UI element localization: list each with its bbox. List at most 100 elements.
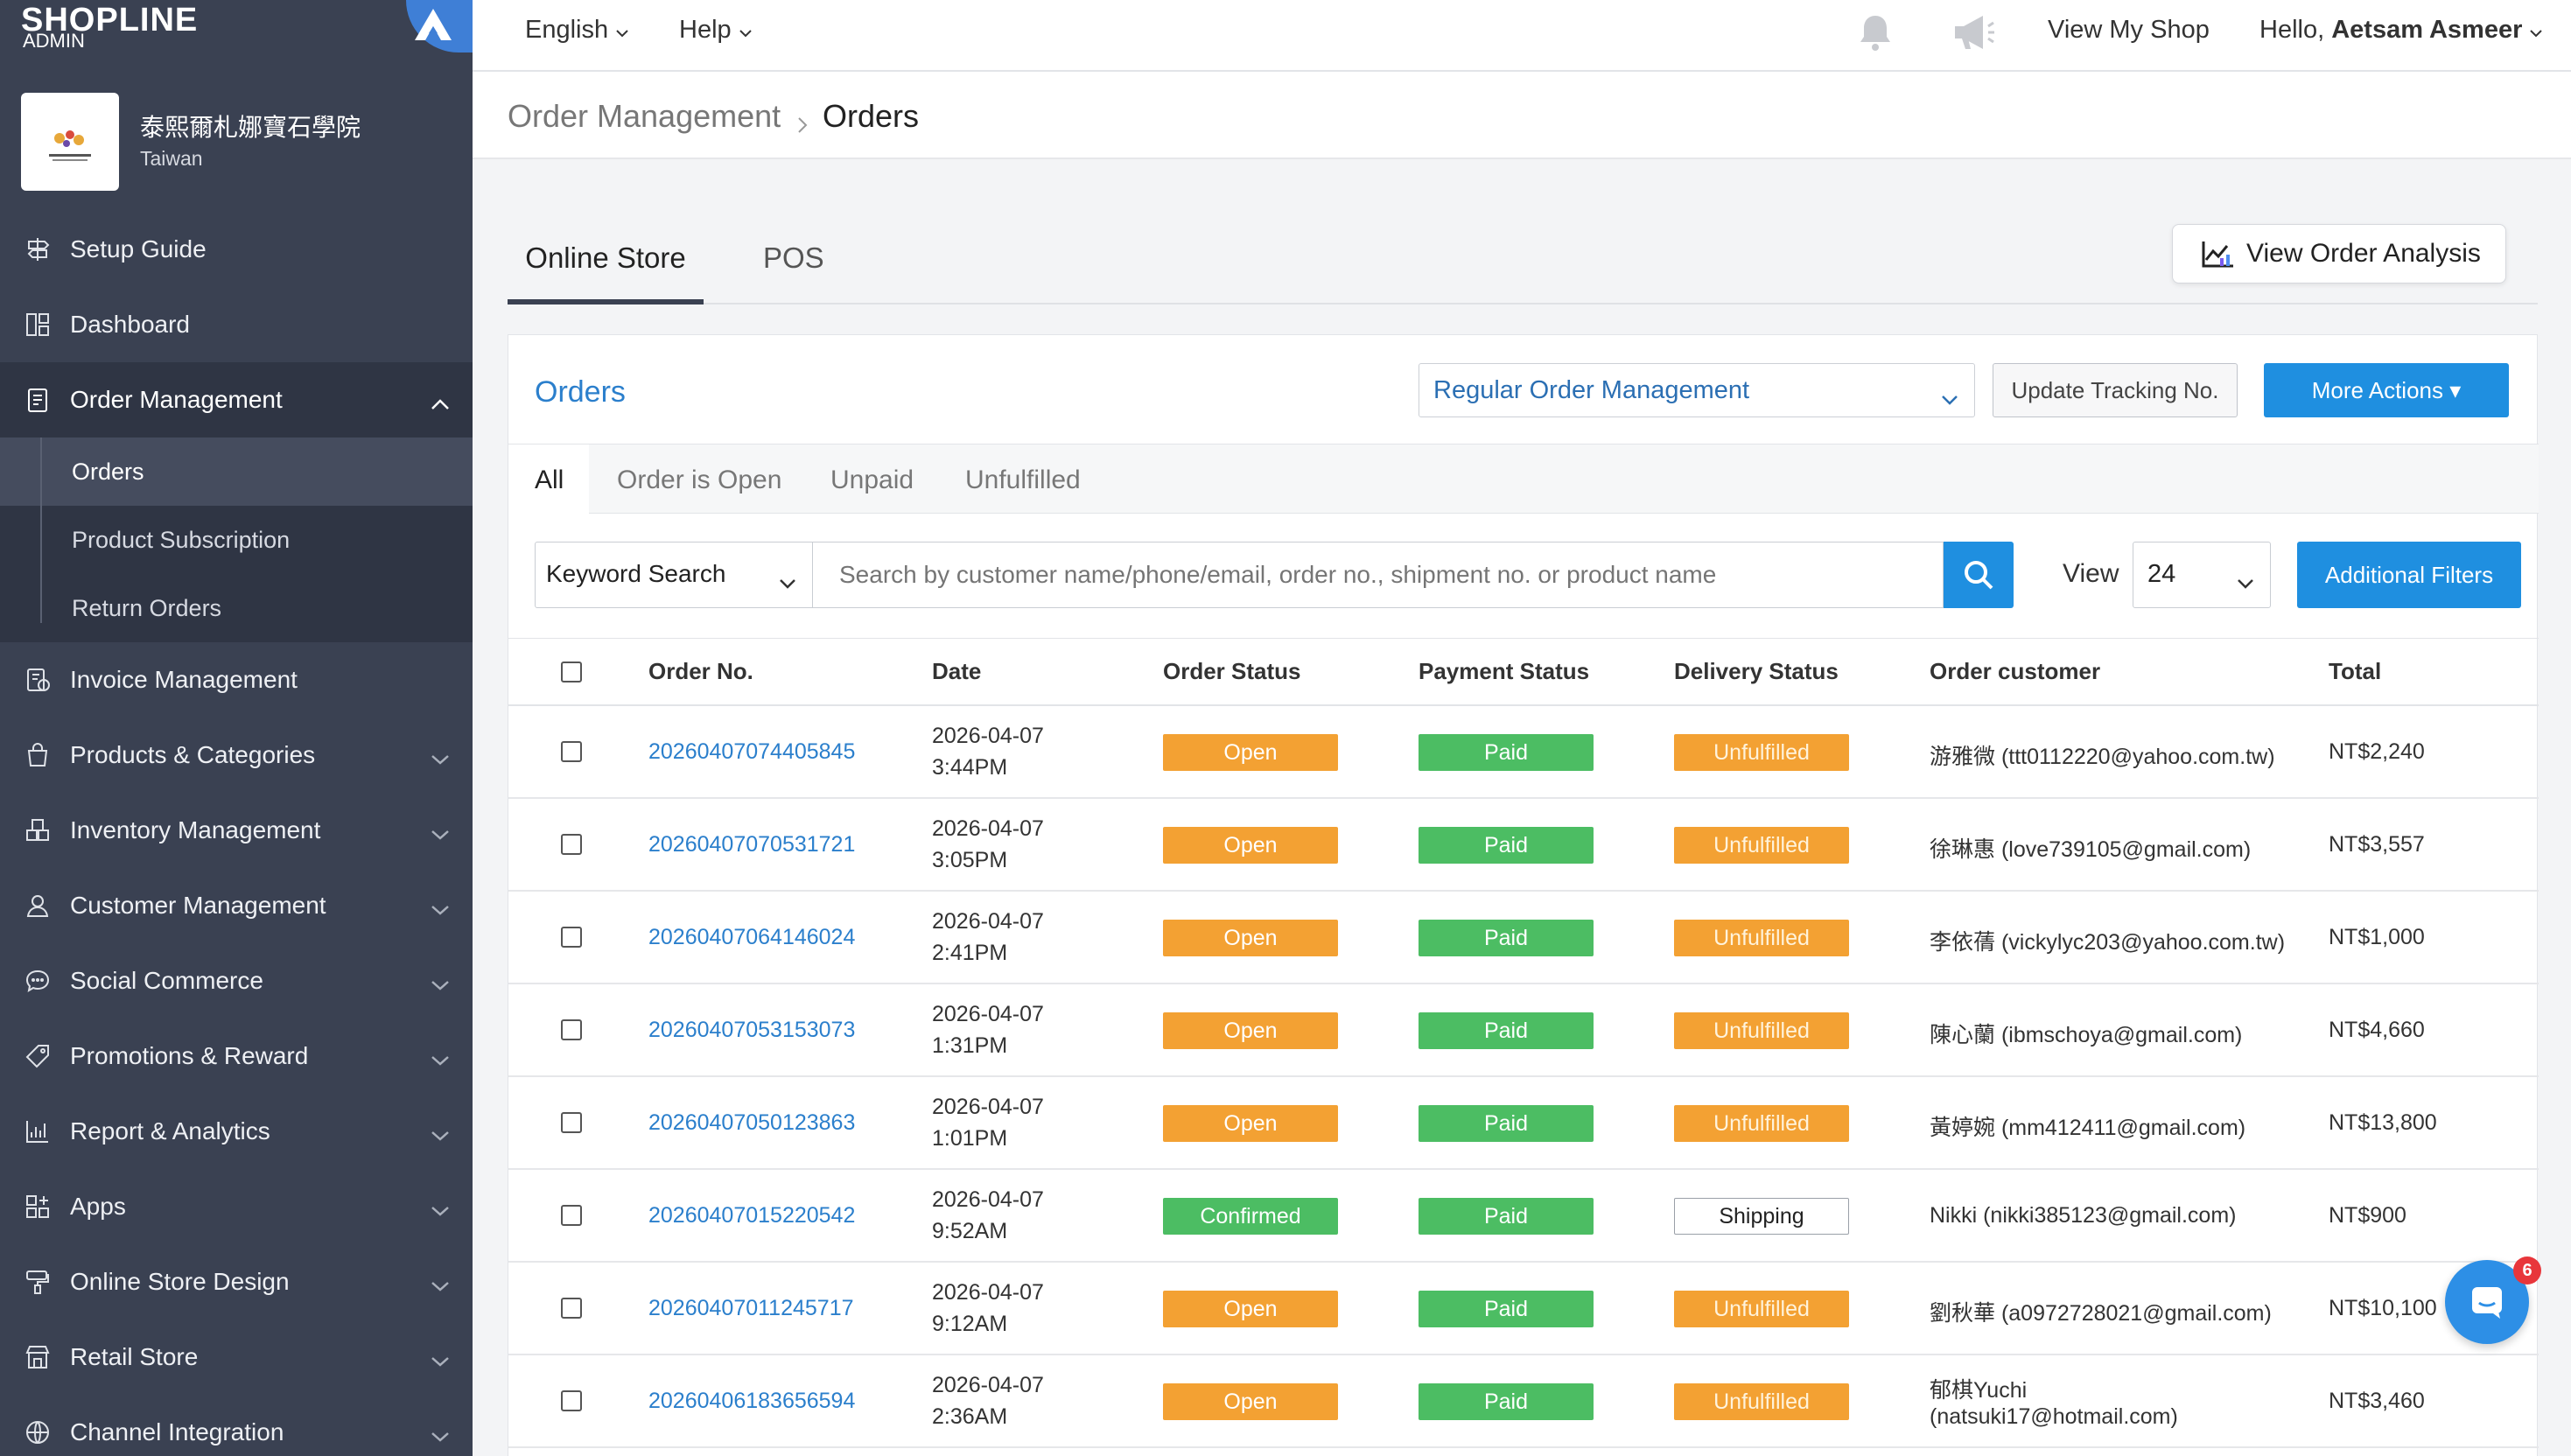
row-checkbox[interactable]	[561, 1298, 582, 1319]
sidebar-item-label: Setup Guide	[70, 235, 207, 262]
order-time: 1:31PM	[932, 1033, 1008, 1058]
additional-filters-button[interactable]: Additional Filters	[2297, 542, 2521, 608]
table-row[interactable]: 20260407050123863 2026-04-07 1:01PM Open Pai…	[508, 1077, 2539, 1170]
column-payment-status[interactable]: Payment Status	[1419, 658, 1589, 685]
column-delivery-status[interactable]: Delivery Status	[1674, 658, 1839, 685]
table-row[interactable]: 20260407074405845 2026-04-07 3:44PM Open Pai…	[508, 706, 2539, 799]
language-menu[interactable]: English	[525, 16, 629, 45]
delivery-status-badge: Unfulfilled	[1674, 827, 1849, 864]
sidebar-item-dashboard[interactable]: Dashboard	[0, 287, 473, 362]
table-row[interactable]: 20260407011245717 2026-04-07 9:12AM Open Pai…	[508, 1263, 2539, 1355]
bell-icon[interactable]	[1853, 10, 1897, 59]
channel-icon	[23, 1418, 53, 1447]
payment-status-badge: Paid	[1419, 1383, 1594, 1420]
sidebar-item-invoice-management[interactable]: Invoice Management	[0, 642, 473, 718]
filter-tab-all[interactable]: All	[535, 466, 564, 495]
keyword-type-select[interactable]: Keyword Search	[535, 542, 813, 608]
search-input[interactable]	[813, 542, 1944, 608]
order-number-link[interactable]: 20260407064146024	[648, 925, 855, 950]
row-checkbox[interactable]	[561, 1019, 582, 1040]
analytics-icon	[2202, 242, 2233, 268]
row-checkbox[interactable]	[561, 741, 582, 762]
filter-tab-unfulfilled[interactable]: Unfulfilled	[965, 466, 1081, 495]
order-number-link[interactable]: 20260407070531721	[648, 832, 855, 858]
store-card[interactable]: 泰熙爾札娜寶石學院 Taiwan	[21, 93, 459, 191]
order-total: NT$13,800	[2329, 1110, 2437, 1135]
sidebar-item-products-categories[interactable]: Products & Categories	[0, 718, 473, 793]
order-number-link[interactable]: 20260406183656594	[648, 1389, 855, 1414]
chevron-down-icon	[431, 970, 450, 998]
row-checkbox[interactable]	[561, 834, 582, 855]
table-body: 20260407074405845 2026-04-07 3:44PM Open Pai…	[508, 706, 2539, 1448]
order-submenu: Orders Product Subscription Return Order…	[0, 438, 473, 642]
table-row[interactable]: 20260406183656594 2026-04-07 2:36AM Open Pai…	[508, 1355, 2539, 1448]
table-row[interactable]: 20260407064146024 2026-04-07 2:41PM Open Pai…	[508, 892, 2539, 984]
payment-status-badge: Paid	[1419, 734, 1594, 771]
breadcrumb-parent[interactable]: Order Management	[508, 98, 781, 135]
update-tracking-button[interactable]: Update Tracking No.	[1993, 363, 2238, 417]
order-number-link[interactable]: 20260407011245717	[648, 1296, 854, 1321]
sidebar-nav: Setup Guide Dashboard Order Management O…	[0, 212, 473, 1456]
row-checkbox[interactable]	[561, 1205, 582, 1226]
view-order-analysis-button[interactable]: View Order Analysis	[2172, 224, 2506, 284]
page-size-select[interactable]: 24	[2133, 542, 2271, 608]
chevron-down-icon	[739, 30, 752, 38]
table-row[interactable]: 20260407015220542 2026-04-07 9:52AM Confirm…	[508, 1170, 2539, 1263]
payment-status-badge: Paid	[1419, 1198, 1594, 1235]
greeting-text: Hello,	[2259, 16, 2325, 44]
sidebar-item-setup-guide[interactable]: Setup Guide	[0, 212, 473, 287]
column-order-customer[interactable]: Order customer	[1930, 658, 2100, 685]
help-label: Help	[679, 16, 732, 44]
payment-status-badge: Paid	[1419, 1012, 1594, 1049]
sidebar-item-promotions-reward[interactable]: Promotions & Reward	[0, 1018, 473, 1094]
keyword-type-value: Keyword Search	[546, 560, 726, 587]
order-number-link[interactable]: 20260407015220542	[648, 1203, 855, 1228]
column-order-no[interactable]: Order No.	[648, 658, 753, 685]
order-mode-select[interactable]: Regular Order Management	[1419, 363, 1975, 417]
order-number-link[interactable]: 20260407053153073	[648, 1018, 855, 1043]
order-number-link[interactable]: 20260407050123863	[648, 1110, 855, 1136]
invoice-icon	[23, 665, 53, 695]
order-time: 3:44PM	[932, 755, 1008, 780]
user-menu[interactable]: Hello, Aetsam Asmeer	[2259, 16, 2543, 45]
sidebar-item-report-analytics[interactable]: Report & Analytics	[0, 1094, 473, 1169]
shopline-mark-icon[interactable]	[406, 0, 473, 52]
row-checkbox[interactable]	[561, 1390, 582, 1411]
sidebar-item-social-commerce[interactable]: Social Commerce	[0, 943, 473, 1018]
sidebar-item-customer-management[interactable]: Customer Management	[0, 868, 473, 943]
select-all-checkbox[interactable]	[561, 662, 582, 682]
sidebar-item-label: Inventory Management	[70, 816, 321, 844]
help-menu[interactable]: Help	[679, 16, 753, 45]
column-order-status[interactable]: Order Status	[1163, 658, 1301, 685]
sidebar-item-inventory-management[interactable]: Inventory Management	[0, 793, 473, 868]
table-row[interactable]: 20260407053153073 2026-04-07 1:31PM Open Pai…	[508, 984, 2539, 1077]
filter-tab-open[interactable]: Order is Open	[617, 466, 781, 495]
sidebar-item-order-management[interactable]: Order Management	[0, 362, 473, 438]
sidebar-item-retail-store[interactable]: Retail Store	[0, 1320, 473, 1395]
table-row[interactable]: 20260407070531721 2026-04-07 3:05PM Open Pai…	[508, 799, 2539, 892]
sidebar-item-apps[interactable]: Apps	[0, 1169, 473, 1244]
sidebar-item-channel-integration[interactable]: Channel Integration	[0, 1395, 473, 1456]
sidebar-subitem-product-subscription[interactable]: Product Subscription	[0, 506, 473, 574]
row-checkbox[interactable]	[561, 927, 582, 948]
order-total: NT$3,557	[2329, 832, 2425, 857]
sidebar-subitem-orders[interactable]: Orders	[0, 438, 473, 506]
more-actions-button[interactable]: More Actions ▾	[2264, 363, 2509, 417]
tab-online-store[interactable]: Online Store	[508, 234, 704, 304]
megaphone-icon[interactable]	[1950, 10, 1999, 59]
row-checkbox[interactable]	[561, 1112, 582, 1133]
sidebar-subitem-return-orders[interactable]: Return Orders	[0, 574, 473, 642]
column-date[interactable]: Date	[932, 658, 981, 685]
view-my-shop-link[interactable]: View My Shop	[2048, 16, 2210, 45]
sidebar-item-online-store-design[interactable]: Online Store Design	[0, 1244, 473, 1320]
order-customer-email: (natsuki17@hotmail.com)	[1930, 1404, 2178, 1429]
column-total[interactable]: Total	[2329, 658, 2381, 685]
order-time: 9:52AM	[932, 1219, 1008, 1243]
chevron-down-icon	[431, 1045, 450, 1073]
search-button[interactable]	[1944, 542, 2014, 608]
order-number-link[interactable]: 20260407074405845	[648, 739, 855, 765]
tab-pos[interactable]: POS	[763, 234, 824, 304]
order-status-badge: Open	[1163, 734, 1338, 771]
payment-status-badge: Paid	[1419, 1291, 1594, 1327]
filter-tab-unpaid[interactable]: Unpaid	[830, 466, 914, 495]
